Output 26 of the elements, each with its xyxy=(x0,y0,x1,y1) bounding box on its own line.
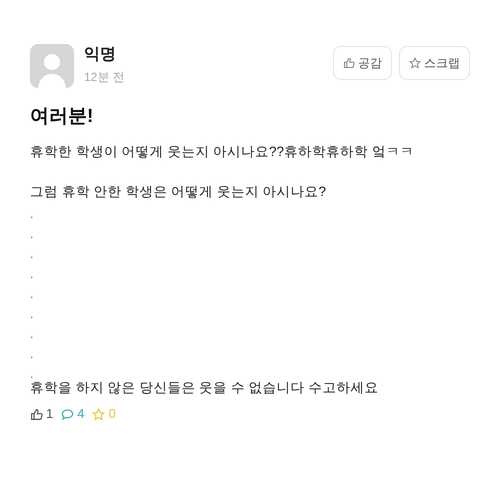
avatar-icon xyxy=(30,44,74,88)
post-paragraph: 휴학을 하지 않은 당신들은 웃을 수 없습니다 수고하세요 xyxy=(30,379,380,397)
post-time: 12분 전 xyxy=(84,69,125,86)
dot-line: . xyxy=(30,206,34,223)
dot-line: . xyxy=(30,266,34,283)
scrap-count: 0 xyxy=(108,406,116,422)
thumbs-up-icon xyxy=(30,408,43,420)
like-button[interactable]: 공감 xyxy=(333,46,392,80)
dot-line: . xyxy=(30,226,34,243)
like-count: 1 xyxy=(46,406,54,422)
dot-line: . xyxy=(30,306,34,323)
author-name: 익명 xyxy=(84,45,117,65)
dot-line: . xyxy=(30,346,34,363)
dot-line: . xyxy=(30,326,34,343)
dot-line: . xyxy=(30,246,34,263)
post-paragraph: 휴학한 학생이 어떻게 웃는지 아시나요??휴하학휴하학 엌ㅋㅋ xyxy=(30,143,415,161)
dot-line: . xyxy=(30,286,34,303)
post-title: 여러분! xyxy=(30,105,94,129)
thumbs-up-icon xyxy=(343,57,355,69)
star-icon xyxy=(409,57,421,69)
post-paragraph: 그럼 휴학 안한 학생은 어떻게 웃는지 아시나요? xyxy=(30,183,328,201)
comment-count: 4 xyxy=(77,406,84,422)
scrap-button[interactable]: 스크랩 xyxy=(399,46,470,80)
star-icon xyxy=(92,408,106,420)
dot-line: . xyxy=(30,366,34,382)
speech-bubble-icon xyxy=(61,408,74,420)
